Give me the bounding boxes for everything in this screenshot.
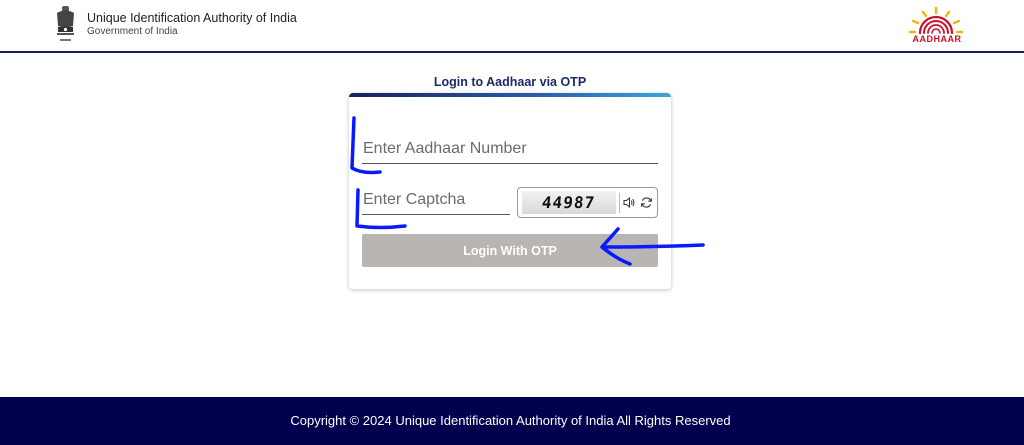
copyright-text: Copyright © 2024 Unique Identification A… bbox=[290, 413, 731, 428]
page: Unique Identification Authority of India… bbox=[0, 0, 1024, 445]
site-header: Unique Identification Authority of India… bbox=[0, 0, 1024, 53]
speaker-icon[interactable] bbox=[622, 195, 637, 210]
refresh-icon[interactable] bbox=[639, 195, 654, 210]
login-card: 44987 Login With OTP bbox=[349, 93, 671, 289]
captcha-input[interactable] bbox=[362, 189, 510, 215]
captcha-divider bbox=[619, 193, 620, 213]
org-title: Unique Identification Authority of India bbox=[87, 11, 297, 25]
card-accent-bar bbox=[349, 93, 671, 97]
aadhaar-logo-word: AADHAAR bbox=[912, 34, 962, 44]
captcha-box: 44987 bbox=[517, 187, 658, 218]
site-footer: Copyright © 2024 Unique Identification A… bbox=[0, 397, 1024, 445]
emblem-icon bbox=[57, 6, 74, 41]
captcha-text: 44987 bbox=[541, 193, 597, 212]
org-subtitle: Government of India bbox=[87, 26, 178, 37]
login-title: Login to Aadhaar via OTP bbox=[433, 75, 587, 89]
login-with-otp-button[interactable]: Login With OTP bbox=[362, 234, 658, 267]
captcha-image: 44987 bbox=[522, 191, 616, 214]
aadhaar-number-input[interactable] bbox=[362, 138, 658, 164]
